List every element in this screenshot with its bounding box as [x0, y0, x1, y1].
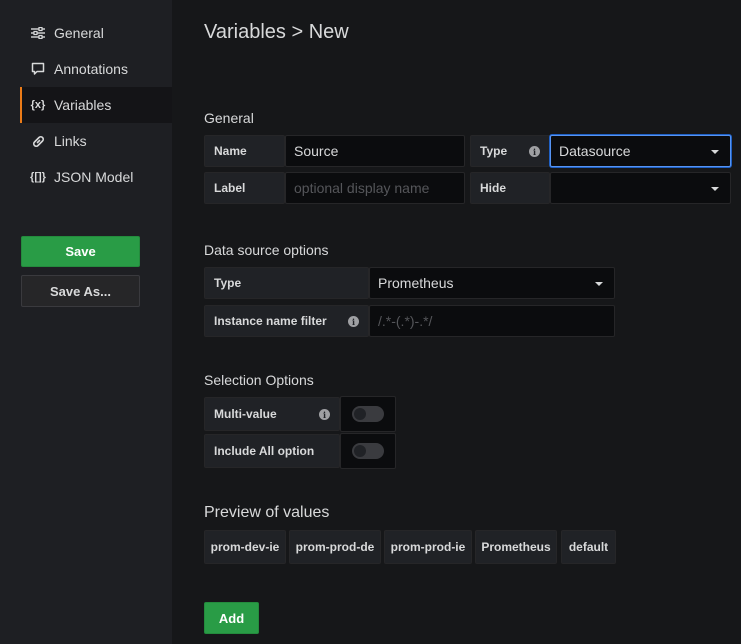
- preview-value-chip: prom-prod-ie: [384, 530, 472, 564]
- name-input[interactable]: [285, 135, 465, 167]
- sidebar-item-variables[interactable]: {x} Variables: [20, 87, 172, 123]
- variable-icon: {x}: [30, 99, 46, 111]
- sidebar-item-annotations[interactable]: Annotations: [20, 51, 172, 87]
- sidebar-item-general[interactable]: General: [20, 15, 172, 51]
- save-button[interactable]: Save: [21, 236, 140, 267]
- datasource-type-select[interactable]: Prometheus: [369, 267, 615, 299]
- toggle-knob: [354, 445, 366, 457]
- general-section-title: General: [204, 110, 254, 126]
- preview-value-chip: prom-prod-de: [289, 530, 381, 564]
- sidebar-item-label: Links: [54, 133, 87, 149]
- instance-filter-label: Instance name filter i: [204, 305, 369, 337]
- info-icon[interactable]: i: [348, 316, 359, 327]
- save-as-button[interactable]: Save As...: [21, 275, 140, 307]
- sidebar-item-json-model[interactable]: {[]} JSON Model: [20, 159, 172, 195]
- type-select[interactable]: Datasource: [550, 135, 731, 167]
- datasource-type-label: Type: [204, 267, 369, 299]
- sidebar-item-label: Annotations: [54, 61, 128, 77]
- multi-value-label: Multi-value i: [204, 397, 340, 431]
- datasource-section-title: Data source options: [204, 242, 329, 258]
- hide-label: Hide: [470, 172, 550, 204]
- caret-down-icon: [595, 282, 603, 286]
- multi-value-toggle[interactable]: [340, 396, 396, 432]
- add-button[interactable]: Add: [204, 602, 259, 634]
- selection-section-title: Selection Options: [204, 372, 314, 388]
- link-icon: [30, 133, 46, 149]
- preview-value-chip: prom-dev-ie: [204, 530, 286, 564]
- sidebar-item-label: Variables: [54, 97, 112, 113]
- info-icon[interactable]: i: [319, 409, 330, 420]
- type-label: Type i: [470, 135, 550, 167]
- label-label: Label: [204, 172, 285, 204]
- caret-down-icon: [711, 187, 719, 191]
- sliders-icon: [30, 25, 46, 41]
- settings-sidebar: General Annotations {x} Variables Links …: [0, 0, 172, 644]
- instance-filter-input[interactable]: [369, 305, 615, 337]
- json-icon: {[]}: [30, 171, 46, 183]
- type-select-value: Datasource: [559, 143, 631, 159]
- info-icon[interactable]: i: [529, 146, 540, 157]
- hide-select[interactable]: [550, 172, 731, 204]
- page-title: Variables > New: [204, 21, 349, 43]
- include-all-label: Include All option: [204, 434, 340, 468]
- sidebar-item-label: JSON Model: [54, 169, 134, 185]
- instance-filter-label-text: Instance name filter: [214, 314, 327, 328]
- multi-value-label-text: Multi-value: [214, 407, 277, 421]
- preview-section-title: Preview of values: [204, 504, 330, 521]
- toggle-track: [352, 406, 384, 422]
- sidebar-item-label: General: [54, 25, 104, 41]
- preview-value-chip: default: [561, 530, 616, 564]
- sidebar-item-links[interactable]: Links: [20, 123, 172, 159]
- datasource-type-value: Prometheus: [378, 275, 454, 291]
- comment-icon: [30, 61, 46, 77]
- label-input[interactable]: [285, 172, 465, 204]
- preview-value-chip: Prometheus: [475, 530, 557, 564]
- type-label-text: Type: [480, 144, 508, 158]
- name-label: Name: [204, 135, 285, 167]
- caret-down-icon: [711, 150, 719, 154]
- include-all-toggle[interactable]: [340, 433, 396, 469]
- toggle-track: [352, 443, 384, 459]
- toggle-knob: [354, 408, 366, 420]
